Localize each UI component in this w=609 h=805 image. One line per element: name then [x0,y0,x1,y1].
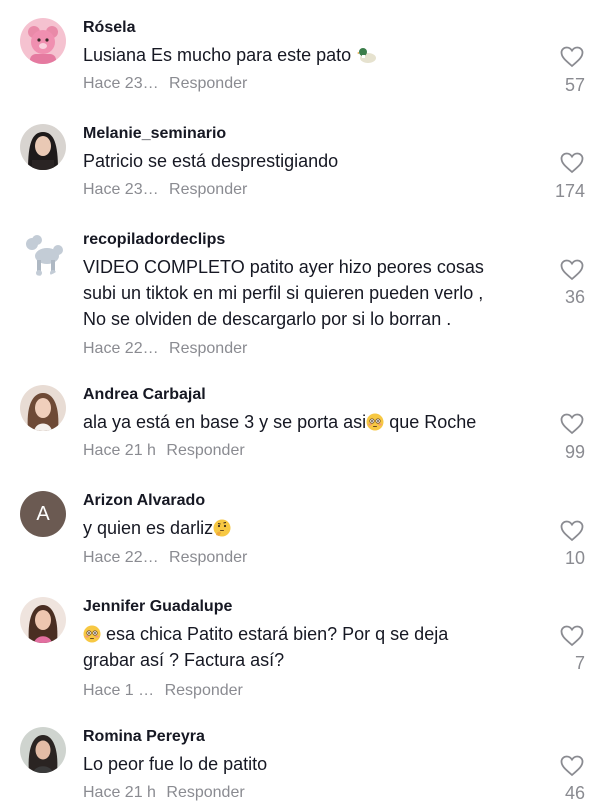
like-heart-icon[interactable] [560,152,584,174]
comment-meta: Hace 21 h Responder [83,783,245,803]
reply-button[interactable]: Responder [166,442,244,459]
comment-time: Hace 1 … [83,682,155,699]
comment-meta: Hace 23… Responder [83,180,247,200]
comment-username[interactable]: Jennifer Guadalupe [83,597,232,617]
comment-meta: Hace 21 h Responder [83,441,245,461]
comment-text: Lo peor fue lo de patito [83,751,543,777]
comment-text-line: y quien es darliz [83,518,214,538]
comment-time: Hace 23… [83,181,159,198]
letter-avatar[interactable]: A [20,491,66,537]
comment-time: Hace 21 h [83,442,156,459]
comment-text-line: esa chica Patito estará bien? Por q se d… [101,624,449,644]
like-count: 46 [564,783,585,803]
reply-button[interactable]: Responder [169,340,247,357]
like-heart-icon[interactable] [560,755,584,777]
comment-username[interactable]: recopiladordeclips [83,230,225,250]
avatar-letter: A [36,502,50,525]
comment-username[interactable]: Romina Pereyra [83,727,205,747]
comment-text-line: ala ya está en base 3 y se porta asi [83,412,367,432]
comment-text-line: Lusiana Es mucho para este pato [83,45,352,65]
comment-meta: Hace 22… Responder [83,548,247,568]
comment-text: esa chica Patito estará bien? Por q se d… [83,621,543,673]
comment-username[interactable]: Rósela [83,18,135,38]
comment-text: ala ya está en base 3 y se porta asi que… [83,409,543,435]
comment-text-line: que Roche [384,412,477,432]
duck-emoji [357,45,377,63]
reply-button[interactable]: Responder [169,549,247,566]
like-count: 99 [564,442,585,462]
comment-meta: Hace 1 … Responder [83,681,243,701]
comment-username[interactable]: Melanie_seminario [83,124,226,144]
comment-time: Hace 21 h [83,784,156,801]
like-count: 36 [564,287,585,307]
teddy-bear-avatar[interactable] [20,18,66,64]
person-photo-avatar[interactable] [20,124,66,170]
like-count: 57 [564,75,585,95]
comment-text-line: Patricio se está desprestigiando [83,151,339,171]
comment-text-line: Lo peor fue lo de patito [83,754,268,774]
like-count: 10 [564,548,585,568]
reply-button[interactable]: Responder [169,75,247,92]
reply-button[interactable]: Responder [165,682,243,699]
reply-button[interactable]: Responder [169,181,247,198]
comment-text-line: grabar así ? Factura así? [83,650,285,670]
comment-meta: Hace 22… Responder [83,339,247,359]
thinking-emoji [213,518,231,537]
like-heart-icon[interactable] [560,259,584,281]
person-photo-avatar[interactable] [20,597,66,643]
like-count: 7 [574,653,585,673]
comment-text: Patricio se está desprestigiando [83,148,543,174]
like-heart-icon[interactable] [560,413,584,435]
person-photo-avatar[interactable] [20,727,66,773]
flushed-emoji [366,412,384,431]
like-heart-icon[interactable] [560,46,584,68]
flushed-emoji [83,624,101,643]
person-photo-avatar[interactable] [20,385,66,431]
comment-text: y quien es darliz [83,515,543,541]
comment-username[interactable]: Andrea Carbajal [83,385,206,405]
comment-meta: Hace 23… Responder [83,74,247,94]
comment-text-line: No se olviden de descargarlo por si lo b… [83,309,452,329]
comment-username[interactable]: Arizon Alvarado [83,491,205,511]
comment-text: VIDEO COMPLETO patito ayer hizo peores c… [83,254,543,332]
reply-button[interactable]: Responder [166,784,244,801]
poodle-avatar[interactable] [20,230,66,276]
comment-time: Hace 22… [83,340,159,357]
like-heart-icon[interactable] [560,625,584,647]
comment-time: Hace 22… [83,549,159,566]
like-heart-icon[interactable] [560,520,584,542]
comment-text-line: subi un tiktok en mi perfil si quieren p… [83,283,484,303]
comment-time: Hace 23… [83,75,159,92]
comment-text: Lusiana Es mucho para este pato [83,42,543,68]
comment-text-line: VIDEO COMPLETO patito ayer hizo peores c… [83,257,484,277]
like-count: 174 [554,181,585,201]
